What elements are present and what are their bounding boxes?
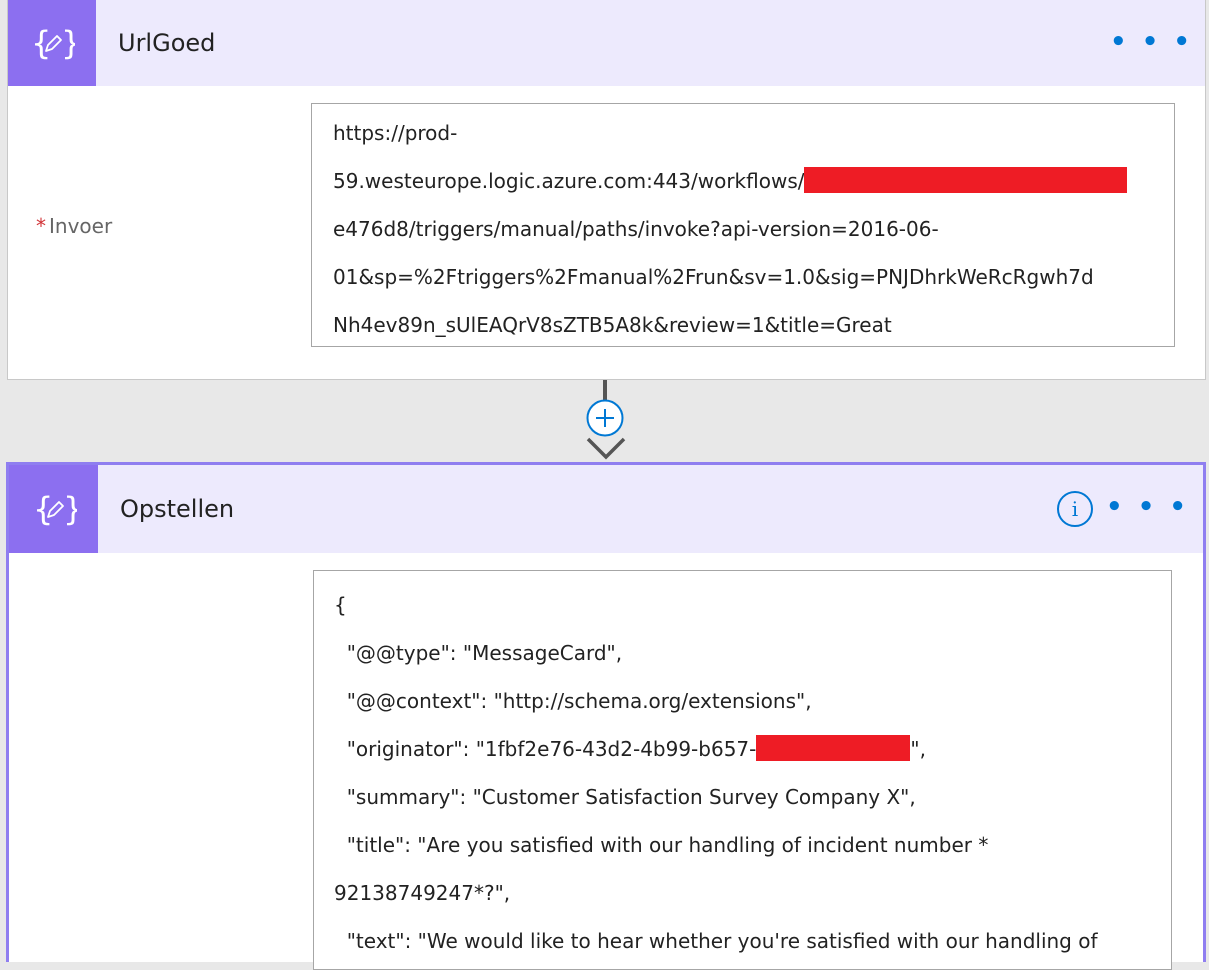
value-line: "@@context": "http://schema.org/extensio… [334, 689, 812, 713]
card-title: UrlGoed [118, 29, 216, 57]
value-line-text: 59.westeurope.logic.azure.com:443/workfl… [333, 169, 805, 193]
value-line: 92138749247*?", [334, 881, 511, 905]
value-line: "originator": "1fbf2e76-43d2-4b99-b657- "… [334, 725, 1151, 773]
invoer-input[interactable]: https://prod- 59.westeurope.logic.azure.… [311, 103, 1175, 347]
field-label-text: Invoer [49, 214, 113, 238]
value-line-suffix: ", [910, 737, 926, 761]
action-card-urlgoed[interactable]: { } UrlGoed • • • *Invoer https://prod- … [7, 0, 1206, 380]
value-line: { [334, 593, 347, 617]
svg-text:}: } [63, 490, 77, 528]
svg-text:{: { [31, 24, 51, 62]
svg-text:}: } [61, 24, 75, 62]
field-label: * Invoer [36, 214, 112, 238]
value-line: Nh4ev89n_sUlEAQrV8sZTB5A8k&review=1&titl… [333, 313, 892, 337]
value-line: "@@type": "MessageCard", [334, 641, 623, 665]
info-icon[interactable]: i [1057, 491, 1093, 527]
more-options-icon[interactable]: • • • [1110, 27, 1193, 57]
more-options-icon[interactable]: • • • [1106, 492, 1189, 522]
value-line-text: "originator": "1fbf2e76-43d2-4b99-b657- [334, 737, 757, 761]
chevron-down-icon [586, 437, 626, 460]
inputs-textarea[interactable]: { "@@type": "MessageCard", "@@context": … [313, 570, 1172, 970]
card-header[interactable]: { } UrlGoed • • • [8, 0, 1205, 86]
value-line: "title": "Are you satisfied with our han… [334, 833, 989, 857]
redacted-block [756, 734, 911, 761]
compose-icon: { } [8, 0, 96, 86]
value-line: e476d8/triggers/manual/paths/invoke?api-… [333, 217, 939, 241]
card-header[interactable]: { } Opstellen i • • • [9, 465, 1203, 553]
required-marker: * [36, 214, 46, 238]
plus-circle-icon[interactable] [586, 399, 624, 437]
compose-icon: { } [9, 465, 98, 553]
value-line: 01&sp=%2Ftriggers%2Fmanual%2Frun&sv=1.0&… [333, 265, 1094, 289]
value-line: 59.westeurope.logic.azure.com:443/workfl… [333, 157, 1154, 205]
card-title: Opstellen [120, 495, 235, 523]
action-card-opstellen[interactable]: { } Opstellen i • • • { "@@type": "Messa… [6, 462, 1206, 970]
svg-text:{: { [33, 490, 53, 528]
value-line: "text": "We would like to hear whether y… [334, 929, 1098, 953]
value-line: https://prod- [333, 121, 458, 145]
redacted-block [804, 166, 1128, 193]
value-line: "summary": "Customer Satisfaction Survey… [334, 785, 916, 809]
